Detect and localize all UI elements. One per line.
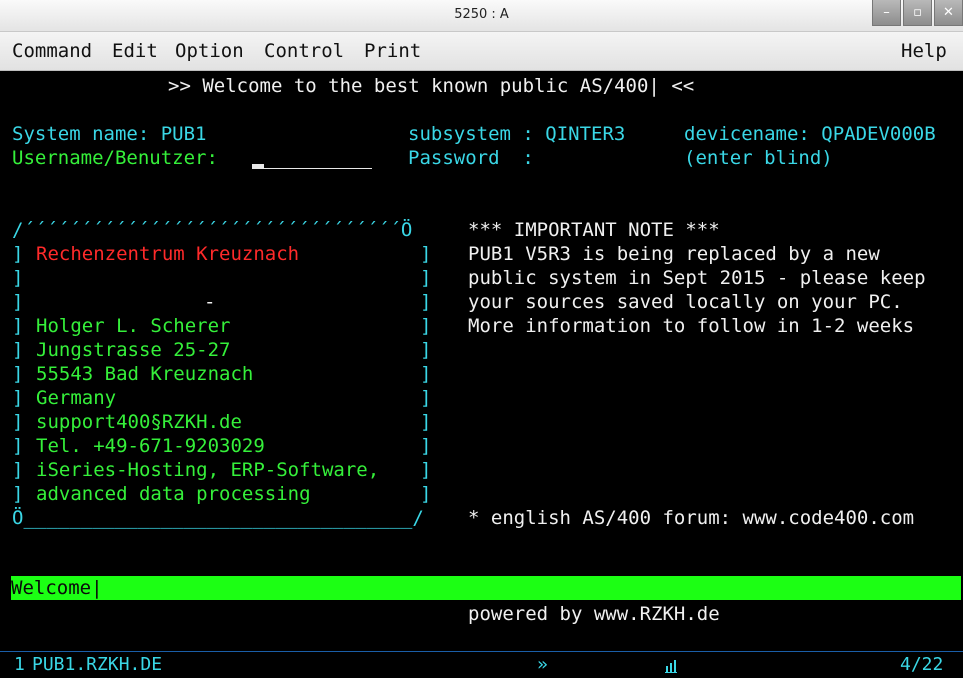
box-right-bracket: ] <box>420 387 432 409</box>
box-right-bracket: ] <box>420 459 432 481</box>
box-left-bracket: ] <box>12 315 24 337</box>
box-left-bracket: ] <box>12 387 24 409</box>
menu-command[interactable]: Command <box>12 40 92 62</box>
operator-info-area: 1 PUB1.RZKH.DE » 4/22 <box>0 651 963 678</box>
box-left-bracket: ] <box>12 363 24 385</box>
contact-country: Germany <box>36 387 117 409</box>
box-right-bracket: ] <box>420 315 432 337</box>
password-input[interactable] <box>552 146 672 170</box>
contact-services: iSeries-Hosting, ERP-Software, <box>36 459 380 481</box>
menu-edit[interactable]: Edit <box>112 40 158 62</box>
session-number: 1 <box>14 654 25 675</box>
box-left-bracket: ] <box>12 243 24 265</box>
box-right-bracket: ] <box>420 267 432 289</box>
username-input[interactable] <box>252 146 372 170</box>
box-left-bracket: ] <box>12 459 24 481</box>
company-name: Rechenzentrum Kreuznach <box>36 243 300 265</box>
maximize-button[interactable]: ▫ <box>903 0 932 26</box>
keyboard-indicator-icon <box>665 658 677 673</box>
note-line: public system in Sept 2015 - please keep <box>468 267 926 289</box>
box-left-bracket: ] <box>12 483 24 505</box>
password-label: Password : <box>408 147 534 169</box>
note-line: your sources saved locally on your PC. <box>468 291 903 313</box>
close-button[interactable]: ✕ <box>934 0 963 26</box>
contact-city: 55543 Bad Kreuznach <box>36 363 254 385</box>
box-right-bracket: ] <box>420 291 432 313</box>
box-left-bracket: ] <box>12 339 24 361</box>
box-right-bracket: ] <box>420 363 432 385</box>
note-line: More information to follow in 1-2 weeks <box>468 315 915 337</box>
menu-bar: Command Edit Option Control Print Help <box>0 32 963 71</box>
box-dash: - <box>204 291 216 313</box>
note-header: *** IMPORTANT NOTE *** <box>468 219 720 241</box>
contact-street: Jungstrasse 25-27 <box>36 339 231 361</box>
box-left-bracket: ] <box>12 411 24 433</box>
devicename-label: devicename: QPADEV000B <box>684 123 936 145</box>
contact-email: support400§RZKH.de <box>36 411 242 433</box>
forum-link: * english AS/400 forum: www.code400.com <box>468 507 915 529</box>
box-right-bracket: ] <box>420 339 432 361</box>
powered-by: powered by www.RZKH.de <box>468 603 720 625</box>
menu-print[interactable]: Print <box>364 40 421 62</box>
note-line: PUB1 V5R3 is being replaced by a new <box>468 243 880 265</box>
menu-control[interactable]: Control <box>264 40 344 62</box>
host-name: PUB1.RZKH.DE <box>32 654 163 675</box>
window-titlebar[interactable]: 5250 : A – ▫ ✕ <box>0 0 963 32</box>
window-title: 5250 : A <box>454 7 509 22</box>
welcome-line: >> Welcome to the best known public AS/4… <box>168 75 695 97</box>
box-left-bracket: ] <box>12 267 24 289</box>
status-message-bar: Welcome| <box>11 576 961 600</box>
window-controls: – ▫ ✕ <box>870 0 963 28</box>
terminal-screen[interactable]: >> Welcome to the best known public AS/4… <box>0 71 963 651</box>
cursor-position: 4/22 <box>900 654 944 675</box>
box-top-border: /´´´´´´´´´´´´´´´´´´´´´´´´´´´´´´´´´Ö <box>12 219 413 241</box>
box-left-bracket: ] <box>12 435 24 457</box>
username-label: Username/Benutzer: <box>12 147 218 169</box>
minimize-button[interactable]: – <box>872 0 901 26</box>
contact-phone: Tel. +49-671-9203029 <box>36 435 265 457</box>
username-field-underline <box>252 168 372 169</box>
status-message: Welcome| <box>11 577 103 599</box>
menu-option[interactable]: Option <box>175 40 244 62</box>
box-left-bracket: ] <box>12 291 24 313</box>
system-name-label: System name: PUB1 <box>12 123 207 145</box>
contact-name: Holger L. Scherer <box>36 315 231 337</box>
contact-services-2: advanced data processing <box>36 483 311 505</box>
box-bottom-border: Ö__________________________________/ <box>12 507 424 529</box>
subsystem-label: subsystem : QINTER3 <box>408 123 626 145</box>
input-inhibited-indicator: » <box>537 654 548 675</box>
box-right-bracket: ] <box>420 243 432 265</box>
enter-blind-hint: (enter blind) <box>684 147 833 169</box>
box-right-bracket: ] <box>420 411 432 433</box>
box-right-bracket: ] <box>420 483 432 505</box>
box-right-bracket: ] <box>420 435 432 457</box>
menu-help[interactable]: Help <box>901 40 947 62</box>
